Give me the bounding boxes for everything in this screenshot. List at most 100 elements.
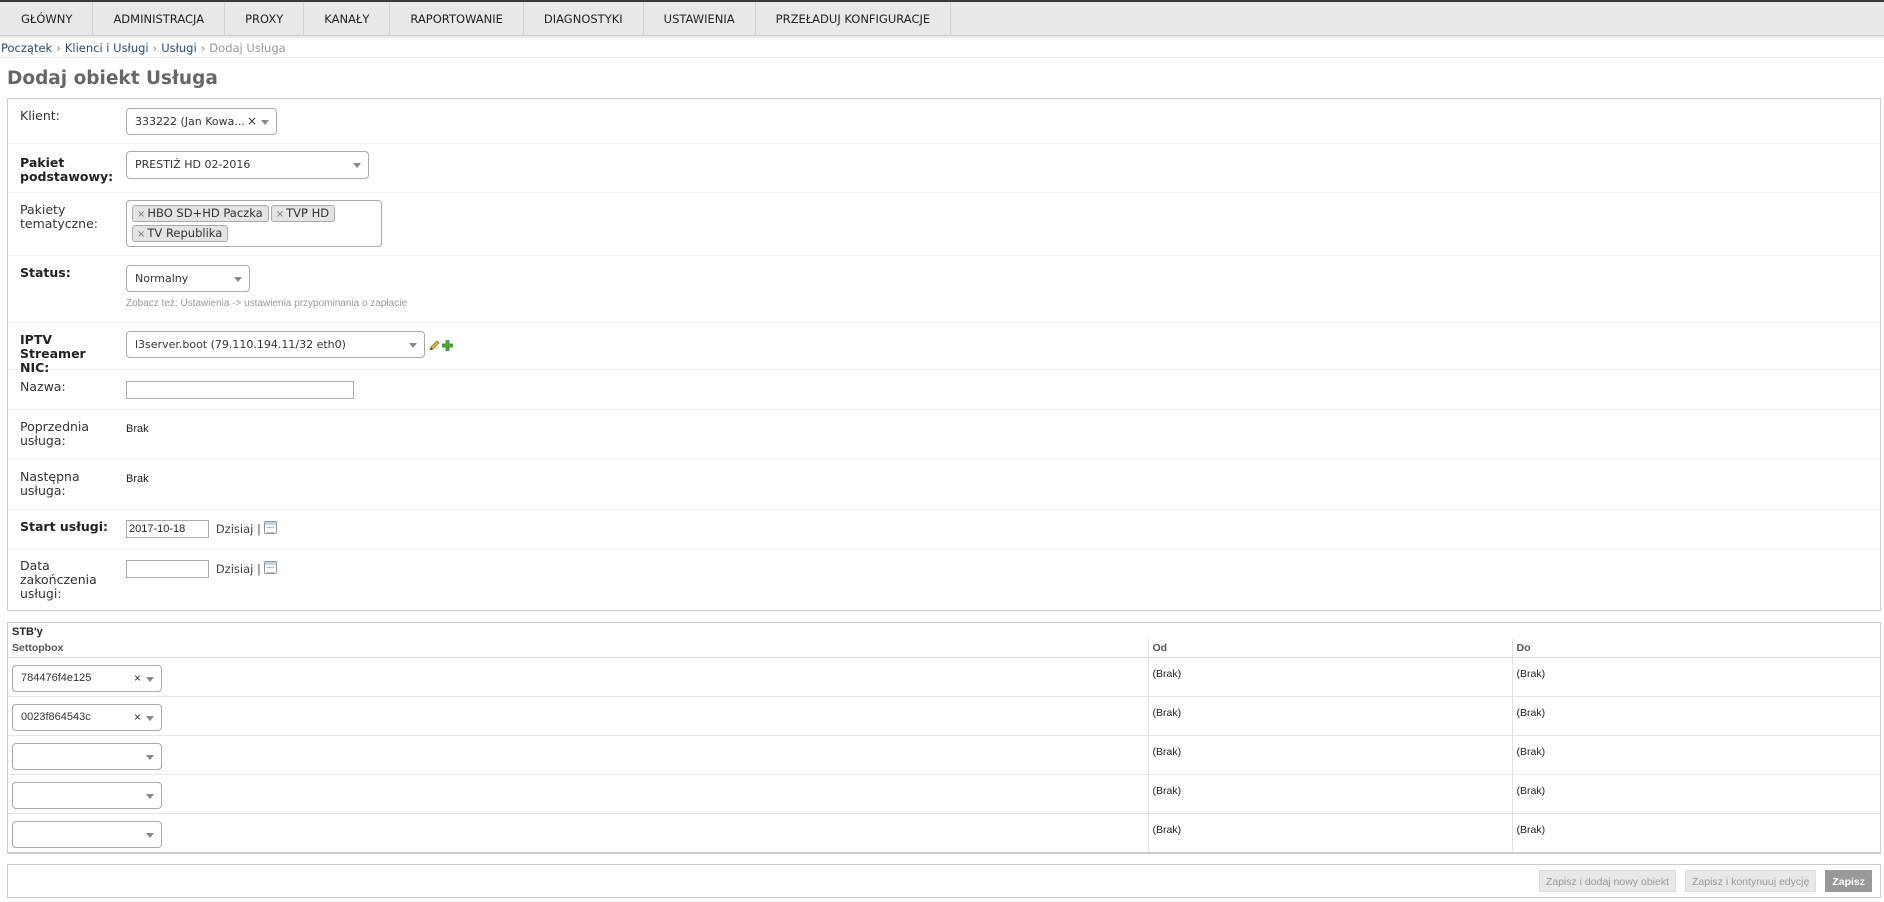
clear-icon[interactable]: × [134, 705, 141, 730]
end-today-link[interactable]: Dzisiaj | [216, 560, 261, 578]
pakiet-field: PRESTIŻ HD 02-2016 [114, 144, 1880, 192]
klient-select[interactable]: 333222 (Jan Kowa... × [126, 108, 277, 135]
row-poprzednia: Poprzednia usługa: Brak [8, 410, 1880, 460]
row-iptv: IPTV Streamer NIC: l3server.boot (79.110… [8, 323, 1880, 375]
settopbox-cell: 0023f864543c × [8, 696, 1148, 736]
chevron-down-icon [353, 163, 361, 168]
status-help-text: Zobacz też: Ustawienia -> ustawienia prz… [126, 298, 407, 309]
poprzednia-label: Poprzednia usługa: [20, 419, 90, 448]
od-cell: (Brak) [1147, 657, 1512, 697]
settopbox-select[interactable] [12, 781, 162, 809]
settopbox-select[interactable]: 784476f4e125 × [12, 664, 162, 692]
iptv-field: l3server.boot (79.110.194.11/32 eth0) [114, 323, 1880, 369]
nazwa-label: Nazwa: [20, 379, 66, 394]
remove-tag-icon[interactable]: × [137, 229, 145, 240]
nav-raportowanie[interactable]: RAPORTOWANIE [390, 2, 524, 36]
pakiet-select[interactable]: PRESTIŻ HD 02-2016 [126, 151, 369, 179]
remove-tag-icon[interactable]: × [137, 209, 145, 220]
chevron-down-icon [146, 832, 154, 838]
pencil-icon[interactable] [429, 340, 440, 351]
nav-przeladuj[interactable]: PRZEŁADUJ KONFIGURACJE [756, 2, 952, 36]
calendar-icon[interactable] [263, 561, 277, 574]
breadcrumb: Początek › Klienci i Usługi › Usługi › Dodaj U… [0, 40, 1884, 58]
breadcrumb-app[interactable]: Klienci i Usługi [65, 41, 149, 55]
tematyczne-field: × HBO SD+HD Paczka × TVP HD× TV Republika [114, 193, 1880, 255]
start-date-input[interactable] [126, 520, 209, 538]
settopbox-value: 0023f864543c [21, 710, 91, 723]
clear-icon[interactable]: × [247, 109, 257, 134]
tag-item: × TVP HD [270, 205, 336, 222]
chevron-down-icon [234, 277, 242, 282]
end-date-input[interactable] [126, 560, 209, 578]
start-field: Dzisiaj | [114, 510, 1880, 548]
status-select[interactable]: Normalny [126, 265, 250, 292]
chevron-down-icon [261, 120, 269, 125]
iptv-select[interactable]: l3server.boot (79.110.194.11/32 eth0) [126, 331, 425, 358]
nav-administracja[interactable]: ADMINISTRACJA [93, 2, 226, 36]
nastepna-label: Następna usługa: [20, 469, 80, 498]
od-cell: (Brak) [1147, 696, 1512, 736]
nazwa-field [114, 370, 1880, 409]
stb-header-settopbox: Settopbox [8, 639, 1148, 658]
do-cell: (Brak) [1511, 813, 1880, 853]
row-koniec: Data zakończenia usługi: Dzisiaj | [8, 549, 1880, 610]
start-label: Start usługi: [20, 519, 109, 534]
service-form: Klient: 333222 (Jan Kowa... × Pakiet pod… [7, 98, 1881, 611]
row-pakiet: Pakiet podstawowy: PRESTIŻ HD 02-2016 [8, 144, 1880, 193]
settopbox-value: 784476f4e125 [21, 671, 92, 684]
status-value: Normalny [135, 272, 189, 285]
do-cell: (Brak) [1511, 735, 1880, 775]
settopbox-cell [8, 774, 1148, 814]
od-cell: (Brak) [1147, 735, 1512, 775]
chevron-down-icon [146, 754, 154, 760]
nav-ustawienia[interactable]: USTAWIENIA [644, 2, 756, 36]
settopbox-select[interactable] [12, 820, 162, 848]
breadcrumb-separator: › [200, 41, 206, 55]
pakiet-value: PRESTIŻ HD 02-2016 [135, 158, 251, 171]
nav-proxy[interactable]: PROXY [225, 2, 305, 36]
save-button[interactable]: Zapisz [1825, 869, 1872, 892]
table-row: (Brak) (Brak) [8, 774, 1880, 814]
chevron-down-icon [146, 793, 154, 799]
breadcrumb-current: Dodaj Usługa [209, 41, 286, 55]
clear-icon[interactable]: × [134, 666, 141, 691]
nav-diagnostyki[interactable]: DIAGNOSTYKI [524, 2, 644, 36]
poprzednia-field: Brak [114, 410, 1880, 459]
nav-glowny[interactable]: GŁÓWNY [0, 2, 94, 36]
save-continue-button[interactable]: Zapisz i kontynuuj edycję [1685, 869, 1817, 892]
save-add-another-button[interactable]: Zapisz i dodaj nowy obiekt [1538, 869, 1676, 892]
nazwa-input[interactable] [126, 381, 354, 399]
settopbox-select[interactable] [12, 742, 162, 770]
breadcrumb-separator: › [56, 41, 61, 55]
settopbox-cell [8, 735, 1148, 775]
row-nazwa: Nazwa: [8, 370, 1880, 410]
tematyczne-multiselect[interactable]: × HBO SD+HD Paczka × TVP HD× TV Republika [126, 200, 382, 247]
breadcrumb-model[interactable]: Usługi [161, 41, 196, 55]
row-status: Status: Normalny Zobacz też: Ustawienia … [8, 256, 1880, 323]
koniec-field: Dzisiaj | [114, 549, 1880, 610]
do-cell: (Brak) [1511, 696, 1880, 736]
stb-header-do: Do [1511, 639, 1880, 658]
breadcrumb-separator: › [152, 41, 158, 55]
breadcrumb-home[interactable]: Początek [1, 41, 52, 55]
page-title: Dodaj obiekt Usługa [7, 68, 218, 89]
table-row: 784476f4e125 × (Brak) (Brak) [8, 657, 1880, 697]
do-cell: (Brak) [1511, 657, 1880, 697]
submit-row: Zapisz i dodaj nowy obiekt Zapisz i kont… [7, 863, 1881, 898]
poprzednia-value: Brak [126, 423, 149, 435]
row-klient: Klient: 333222 (Jan Kowa... × [8, 99, 1880, 144]
tematyczne-label: Pakiety tematyczne: [20, 202, 98, 231]
stb-inline-group: STB'y Settopbox Od Do 784476f4e125 × (Br… [7, 622, 1881, 854]
settopbox-select[interactable]: 0023f864543c × [12, 703, 162, 731]
table-row: 0023f864543c × (Brak) (Brak) [8, 696, 1880, 736]
calendar-icon[interactable] [263, 521, 277, 534]
plus-icon[interactable] [442, 340, 453, 351]
nav-kanaly[interactable]: KANAŁY [304, 2, 391, 36]
nastepna-field: Brak [114, 460, 1880, 509]
chevron-down-icon [146, 676, 154, 682]
klient-field: 333222 (Jan Kowa... × [114, 99, 1880, 143]
od-cell: (Brak) [1147, 774, 1512, 814]
iptv-value: l3server.boot (79.110.194.11/32 eth0) [135, 338, 346, 351]
start-today-link[interactable]: Dzisiaj | [216, 520, 261, 538]
remove-tag-icon[interactable]: × [276, 209, 284, 220]
